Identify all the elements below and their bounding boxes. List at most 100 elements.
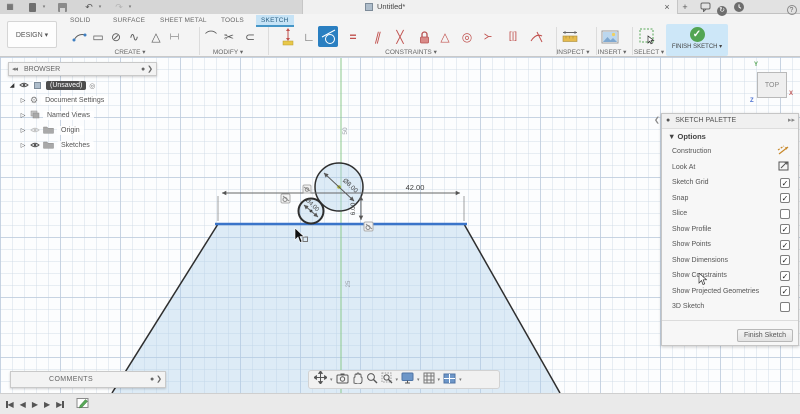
look-at-icon[interactable] <box>778 158 790 176</box>
fix-constraint-icon[interactable] <box>414 26 434 47</box>
palette-collapse-handle[interactable]: ❮ <box>654 116 660 124</box>
dimension-height-value[interactable]: 6.00 <box>350 202 357 215</box>
target-icon[interactable]: ◎ <box>89 82 95 90</box>
midpoint-constraint-icon[interactable]: Y <box>479 27 500 47</box>
viewports-icon[interactable] <box>443 371 456 389</box>
expand-icon[interactable]: ▷ <box>19 97 27 104</box>
tab-sheet-metal[interactable]: SHEET METAL <box>160 15 207 26</box>
new-tab-icon[interactable]: + <box>680 0 690 14</box>
display-settings-icon[interactable] <box>401 371 414 389</box>
insert-group-label[interactable]: INSERT ▾ <box>598 48 627 56</box>
sketch-palette-header[interactable]: ● SKETCH PALETTE ▸▸ <box>662 114 798 129</box>
close-tab-icon[interactable]: × <box>662 0 672 14</box>
checkbox-3d-sketch[interactable] <box>780 302 790 312</box>
file-icon[interactable] <box>29 3 36 12</box>
comments-options-icon[interactable]: ● <box>150 376 154 383</box>
profile-region[interactable] <box>112 224 560 393</box>
pan-caret[interactable]: ▾ <box>330 377 333 383</box>
view-cube[interactable]: TOP Y X Z <box>749 62 797 108</box>
equal-constraint-icon[interactable]: = <box>343 26 363 47</box>
polygon-constraint-icon[interactable]: △ <box>435 26 455 47</box>
browser-expand-icon[interactable]: ❯ <box>147 66 153 73</box>
sketch-dimension-icon[interactable] <box>278 26 298 47</box>
expand-icon[interactable]: ▷ <box>19 142 27 149</box>
select-tool-icon[interactable] <box>637 26 657 47</box>
timeline-step-back-button[interactable]: ◀ <box>20 400 26 409</box>
tab-tools[interactable]: TOOLS <box>221 15 244 26</box>
browser-root-label[interactable]: (Unsaved) <box>46 81 86 90</box>
parallel-constraint-icon[interactable]: ∥ <box>367 26 387 47</box>
display-settings-caret[interactable]: ▾ <box>417 377 420 383</box>
redo-icon[interactable]: ↷ <box>113 0 125 14</box>
fillet-tool-icon[interactable]: ⌒ <box>201 26 221 47</box>
line-tool-icon[interactable] <box>70 26 90 47</box>
eye-icon[interactable] <box>30 141 40 151</box>
undo-icon[interactable]: ↶ <box>83 0 95 14</box>
browser-panel-header[interactable]: ◂◂ BROWSER ● ❯ <box>8 62 157 76</box>
horizontal-vertical-constraint-icon[interactable]: ∟ <box>299 26 319 47</box>
browser-item-named-views[interactable]: ▷Named Views <box>8 108 188 123</box>
pan-icon[interactable] <box>314 371 327 389</box>
tab-solid[interactable]: SOLID <box>70 15 91 26</box>
constraints-group-label[interactable]: CONSTRAINTS ▾ <box>385 48 437 56</box>
look-at-icon[interactable] <box>336 371 349 389</box>
checkbox-show-profile[interactable]: ✓ <box>780 224 790 234</box>
checkbox-show-projected-geometries[interactable]: ✓ <box>780 286 790 296</box>
comment-bubble-icon[interactable] <box>699 2 711 16</box>
viewports-caret[interactable]: ▾ <box>459 377 462 383</box>
browser-item-label[interactable]: Sketches <box>57 141 94 150</box>
orbit-hand-icon[interactable] <box>352 371 363 389</box>
document-tab[interactable] <box>302 0 678 14</box>
redo-caret[interactable]: ▾ <box>126 0 134 14</box>
timeline-go-end-button[interactable]: ▶ <box>56 400 64 409</box>
recent-icon[interactable] <box>734 2 744 16</box>
concentric-constraint-icon[interactable]: ◎ <box>457 26 477 47</box>
checkbox-snap[interactable]: ✓ <box>780 193 790 203</box>
eye-icon[interactable] <box>30 126 40 136</box>
measure-tool-icon[interactable] <box>560 26 580 47</box>
checkbox-show-points[interactable]: ✓ <box>780 240 790 250</box>
finish-sketch-palette-button[interactable]: Finish Sketch <box>737 329 793 342</box>
insert-image-icon[interactable] <box>600 26 620 47</box>
browser-item-origin[interactable]: ▷Origin <box>8 123 188 138</box>
checkbox-slice[interactable] <box>780 209 790 219</box>
expand-icon[interactable]: ◢ <box>8 82 16 89</box>
browser-item-label[interactable]: Document Settings <box>41 96 108 105</box>
checkbox-show-constraints[interactable]: ✓ <box>780 271 790 281</box>
palette-expand-icon[interactable]: ▸▸ <box>788 114 795 128</box>
view-cube-top-face[interactable]: TOP <box>757 72 787 98</box>
curvature-constraint-icon[interactable] <box>526 26 546 47</box>
workspace-selector[interactable]: DESIGN ▾ <box>7 21 57 48</box>
browser-options-icon[interactable]: ● <box>141 66 145 73</box>
comments-panel-header[interactable]: COMMENTS ● ❯ <box>10 371 166 388</box>
undo-caret[interactable]: ▾ <box>96 0 104 14</box>
expand-icon[interactable]: ▷ <box>19 127 27 134</box>
select-group-label[interactable]: SELECT ▾ <box>634 48 664 56</box>
modify-group-label[interactable]: MODIFY ▾ <box>213 48 243 56</box>
zoom-icon[interactable] <box>366 371 378 389</box>
comments-expand-icon[interactable]: ❯ <box>156 376 162 383</box>
trim-tool-icon[interactable]: ✂ <box>219 26 239 47</box>
create-group-label[interactable]: CREATE ▾ <box>115 48 146 56</box>
browser-collapse-icon[interactable]: ◂◂ <box>12 66 17 73</box>
browser-item-sketches[interactable]: ▷ Sketches <box>8 138 188 153</box>
grid-snaps-icon[interactable] <box>423 371 435 389</box>
tab-surface[interactable]: SURFACE <box>113 15 145 26</box>
grid-snaps-caret[interactable]: ▾ <box>438 377 441 383</box>
offset-tool-icon[interactable]: ⊂ <box>240 26 260 47</box>
checkbox-show-dimensions[interactable]: ✓ <box>780 255 790 265</box>
timeline-play-button[interactable]: ▶ <box>32 400 38 409</box>
timeline-go-start-button[interactable]: ◀ <box>6 400 14 409</box>
browser-item-label[interactable]: Named Views <box>43 111 94 120</box>
checkbox-sketch-grid[interactable]: ✓ <box>780 178 790 188</box>
timeline-sketch-feature-icon[interactable] <box>76 395 90 414</box>
eye-icon[interactable] <box>19 81 29 91</box>
zoom-window-icon[interactable] <box>381 371 393 389</box>
timeline-step-forward-button[interactable]: ▶ <box>44 400 50 409</box>
file-menu-caret[interactable]: ▾ <box>40 0 48 14</box>
zoom-window-caret[interactable]: ▾ <box>396 377 399 383</box>
tangent-constraint-icon[interactable] <box>318 26 338 47</box>
help-icon[interactable]: ? <box>786 2 797 16</box>
save-icon[interactable] <box>58 3 67 12</box>
inspect-group-label[interactable]: INSPECT ▾ <box>556 48 589 56</box>
